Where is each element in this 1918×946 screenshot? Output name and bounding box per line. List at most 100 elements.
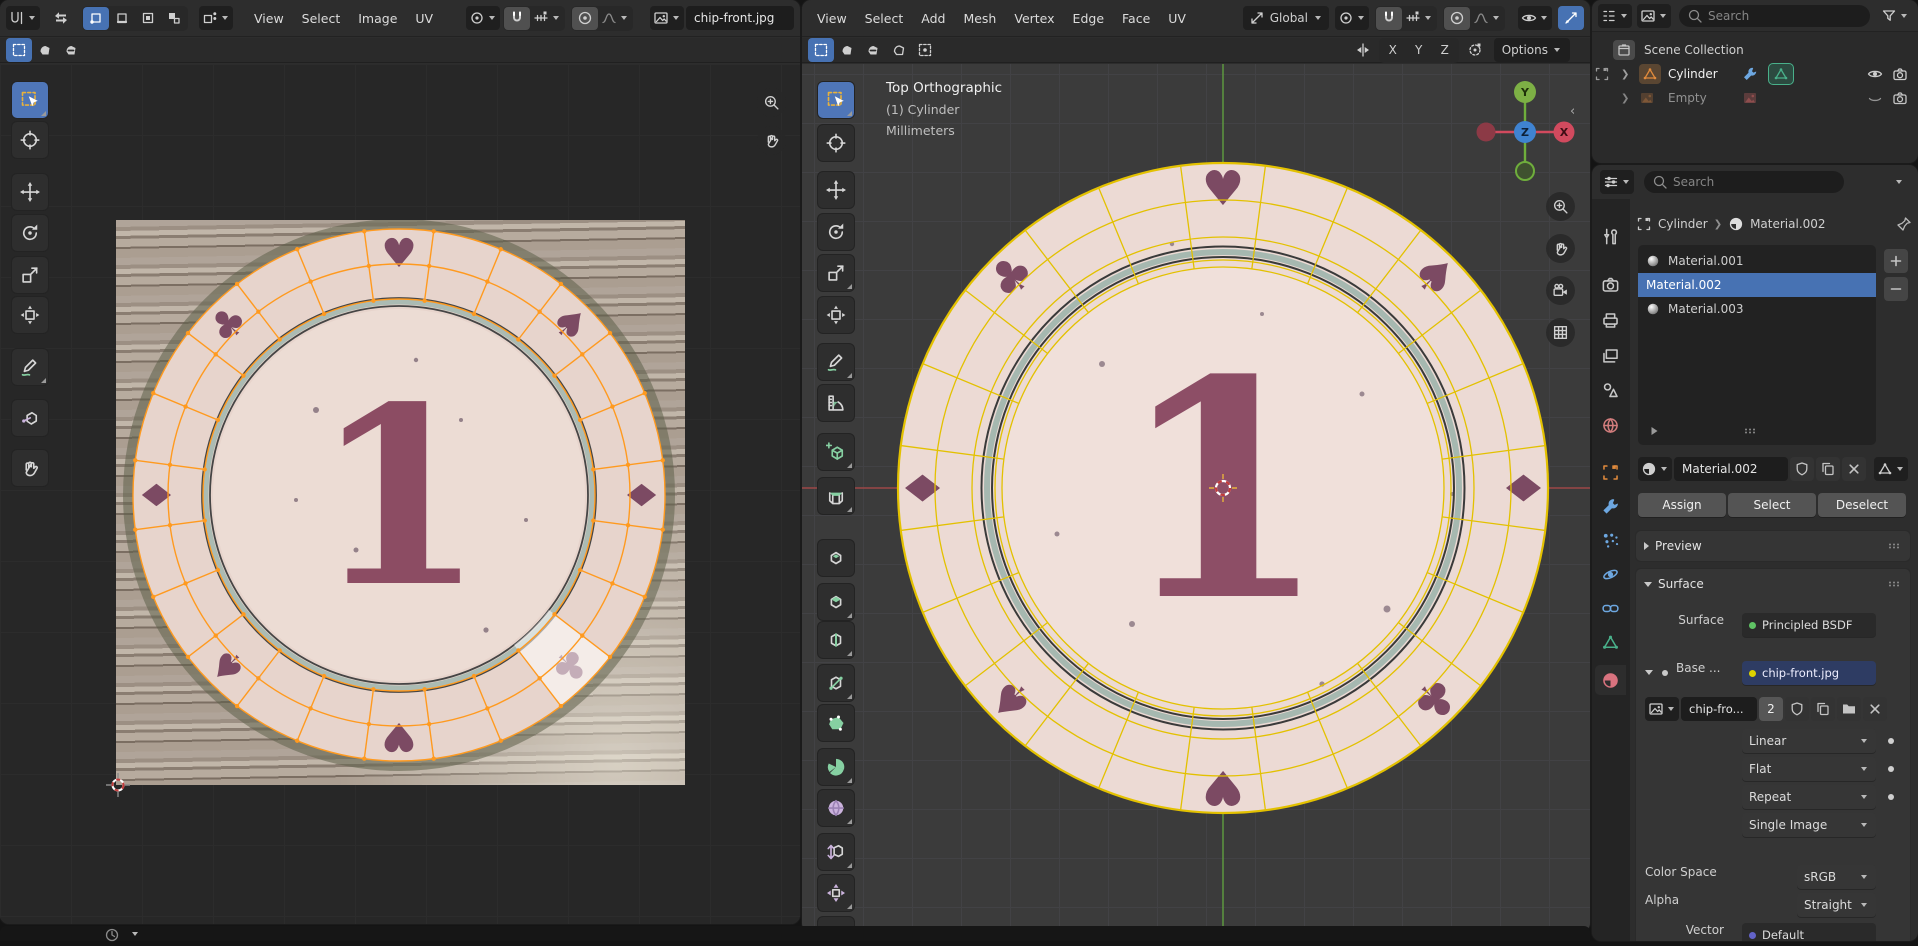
scene-collection-row[interactable]: Scene Collection	[1592, 38, 1918, 62]
material-specials-button[interactable]	[1874, 457, 1908, 481]
linear-dropdown[interactable]: Linear	[1742, 729, 1876, 753]
object-tab[interactable]	[1595, 457, 1626, 487]
cursor-tool[interactable]	[12, 122, 48, 158]
inset-faces-tool[interactable]	[818, 540, 854, 576]
collapsed-editor-type-button[interactable]	[104, 927, 120, 946]
uv-pan-button[interactable]	[757, 126, 786, 155]
add-cube-tool[interactable]	[818, 434, 854, 470]
select-box-tool[interactable]	[818, 82, 854, 118]
image-name-field[interactable]: chip-fro...	[1681, 697, 1757, 721]
image-users-count[interactable]: 2	[1759, 697, 1783, 721]
select-set-extend[interactable]	[834, 38, 860, 62]
breadcrumb-object[interactable]: Cylinder	[1658, 217, 1708, 231]
rip-region-tool[interactable]	[12, 400, 48, 436]
mirror-icon-button[interactable]	[1350, 38, 1376, 62]
material-tab[interactable]	[1595, 665, 1626, 695]
bevel-tool[interactable]	[818, 584, 854, 620]
surface-shader-button[interactable]: Principled BSDF	[1742, 613, 1876, 637]
rotate-tool[interactable]	[12, 215, 48, 251]
select-set-extend[interactable]	[32, 38, 58, 62]
select-box-tool[interactable]	[12, 82, 48, 118]
outliner-display-mode-button[interactable]	[1637, 4, 1671, 28]
particles-tab[interactable]	[1595, 525, 1626, 555]
transform-tool[interactable]	[818, 297, 854, 333]
properties-editor-type-button[interactable]	[1600, 170, 1634, 194]
slot-list-expand-icon[interactable]	[1646, 423, 1662, 439]
uv-zoom-button[interactable]	[757, 88, 786, 117]
proportional-toggle[interactable]	[1444, 7, 1470, 30]
scene-tab[interactable]	[1595, 375, 1626, 405]
select-set-new[interactable]	[808, 38, 834, 62]
vp-vertex-menu[interactable]: Vertex	[1005, 8, 1063, 29]
add-slot-button[interactable]	[1884, 249, 1908, 273]
repeat-dropdown[interactable]: Repeat	[1742, 785, 1876, 809]
poly-build-tool[interactable]	[818, 705, 854, 741]
preview-panel-header[interactable]: Preview	[1636, 531, 1910, 561]
output-tab[interactable]	[1595, 305, 1626, 335]
outliner-editor-type-button[interactable]	[1598, 4, 1632, 28]
move-tool[interactable]	[818, 172, 854, 208]
panel-grip[interactable]	[1886, 538, 1902, 554]
collapsed-editor-chevron[interactable]	[132, 932, 138, 936]
expand-arrow[interactable]: ❯	[1621, 93, 1629, 104]
assign-button[interactable]: Assign	[1638, 493, 1726, 517]
vp-edge-menu[interactable]: Edge	[1064, 8, 1113, 29]
hidden-eye-icon[interactable]	[1867, 90, 1883, 106]
single-image-dropdown[interactable]: Single Image	[1742, 813, 1876, 837]
properties-search-input[interactable]	[1673, 175, 1836, 189]
options-dropdown[interactable]: Options	[1494, 38, 1570, 62]
fake-user-shield-button[interactable]	[1790, 457, 1814, 481]
expand-arrow[interactable]: ❯	[1621, 69, 1629, 80]
constraints-tab[interactable]	[1595, 593, 1626, 623]
select-button[interactable]: Select	[1728, 493, 1816, 517]
object-data-tab[interactable]	[1595, 627, 1626, 657]
image-open-folder-button[interactable]	[1837, 697, 1861, 721]
pin-icon[interactable]	[1896, 216, 1912, 232]
vp-zoom-button[interactable]	[1546, 192, 1575, 221]
panel-grip[interactable]	[1886, 576, 1902, 592]
base-color-image-button[interactable]: chip-front.jpg	[1742, 661, 1876, 685]
image-copy-button[interactable]	[1811, 697, 1835, 721]
move-tool[interactable]	[12, 174, 48, 210]
view-layer-tab[interactable]	[1595, 341, 1626, 371]
vp-view-menu[interactable]: View	[808, 8, 856, 29]
keyframe-dot[interactable]	[1888, 794, 1894, 800]
surface-panel-header[interactable]: Surface	[1636, 569, 1910, 599]
alpha-dropdown[interactable]: Straight	[1797, 893, 1876, 917]
uv-canvas[interactable]: ♥♠♦♣♥♠♦♣1	[0, 64, 800, 924]
mirror-x-toggle[interactable]: X	[1380, 39, 1406, 62]
overlays-dropdown[interactable]	[1518, 6, 1552, 30]
modifier-wrench-icon[interactable]	[1742, 66, 1758, 82]
image-browse-button[interactable]	[1645, 697, 1679, 721]
uv-sync-toggle[interactable]	[48, 6, 74, 30]
deselect-button[interactable]: Deselect	[1818, 493, 1906, 517]
uv-sticky-select-dropdown[interactable]	[199, 6, 233, 30]
editor-type-button[interactable]	[6, 6, 40, 30]
uv-proportional-toggle[interactable]	[572, 7, 598, 30]
vector-dropdown[interactable]: Default	[1742, 923, 1876, 941]
material-name-field[interactable]: Material.002	[1674, 457, 1788, 481]
uv-pivot-dropdown[interactable]	[466, 6, 500, 30]
modifiers-tab[interactable]	[1595, 491, 1626, 521]
outliner-search-input[interactable]	[1708, 9, 1862, 23]
scale-tool[interactable]	[818, 255, 854, 291]
uv-2d-cursor[interactable]	[104, 771, 132, 799]
physics-tab[interactable]	[1595, 559, 1626, 589]
viewport-canvas[interactable]: ♥♠♦♣♥♠♦♣1 Top Orthographic (1) Cylinder …	[802, 64, 1590, 932]
loop-cut-tool[interactable]	[818, 622, 854, 658]
render-tab[interactable]	[1595, 269, 1626, 299]
uv-select-mode-island[interactable]	[161, 7, 187, 30]
vp-select-menu[interactable]: Select	[856, 8, 913, 29]
snap-with-dropdown[interactable]	[1402, 7, 1436, 30]
uv-uv-menu[interactable]: UV	[406, 8, 442, 29]
select-set-new[interactable]	[6, 38, 32, 62]
world-tab[interactable]	[1595, 410, 1626, 440]
mirror-y-toggle[interactable]: Y	[1406, 39, 1432, 62]
uv-snap-toggle[interactable]	[504, 7, 530, 30]
outliner-row-empty[interactable]: ❯ Empty	[1592, 86, 1918, 110]
properties-search[interactable]	[1644, 171, 1844, 193]
annotate-tool[interactable]	[818, 344, 854, 380]
keyframe-dot[interactable]	[1888, 766, 1894, 772]
uv-view-menu[interactable]: View	[245, 8, 293, 29]
navigation-gizmo[interactable]: YZX	[1459, 76, 1579, 196]
